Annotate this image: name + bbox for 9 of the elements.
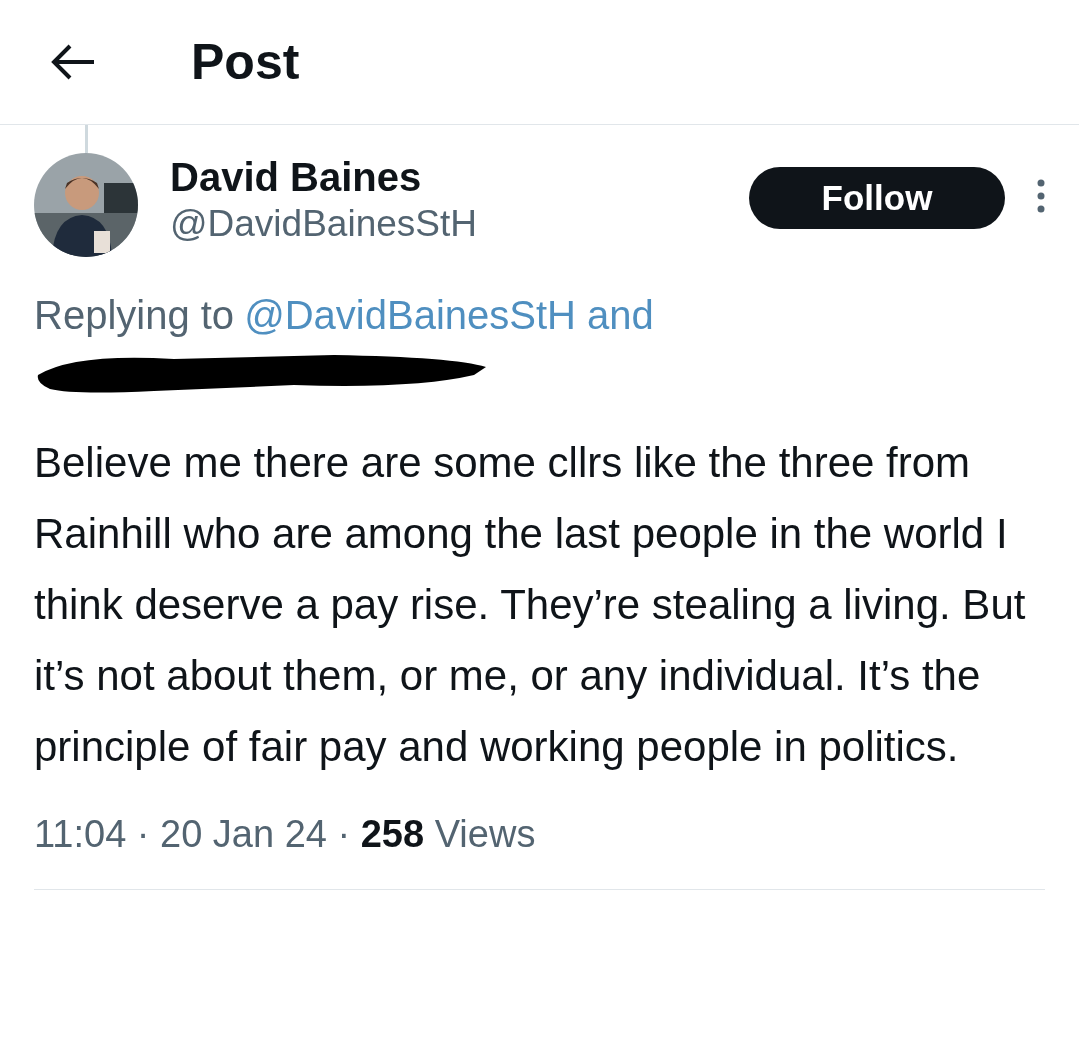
page-title: Post: [191, 37, 300, 87]
author-handle[interactable]: @DavidBainesStH: [170, 201, 477, 247]
follow-button[interactable]: Follow: [749, 167, 1005, 229]
post-meta: 11:04 · 20 Jan 24 · 258 Views: [34, 813, 536, 855]
post-text: Believe me there are some cllrs like the three from Rainhill who are among the last people in the world I think deserve a pay rise. They’re stealing a living. But it’s not about them, or me, or any individual. It’s the principle of fair pay and working people in politics.: [34, 438, 1027, 772]
replying-label: Replying to: [34, 292, 235, 339]
more-options-icon[interactable]: [1037, 179, 1045, 213]
author-name[interactable]: David Baines: [170, 153, 477, 201]
back-arrow-icon[interactable]: [50, 42, 96, 82]
